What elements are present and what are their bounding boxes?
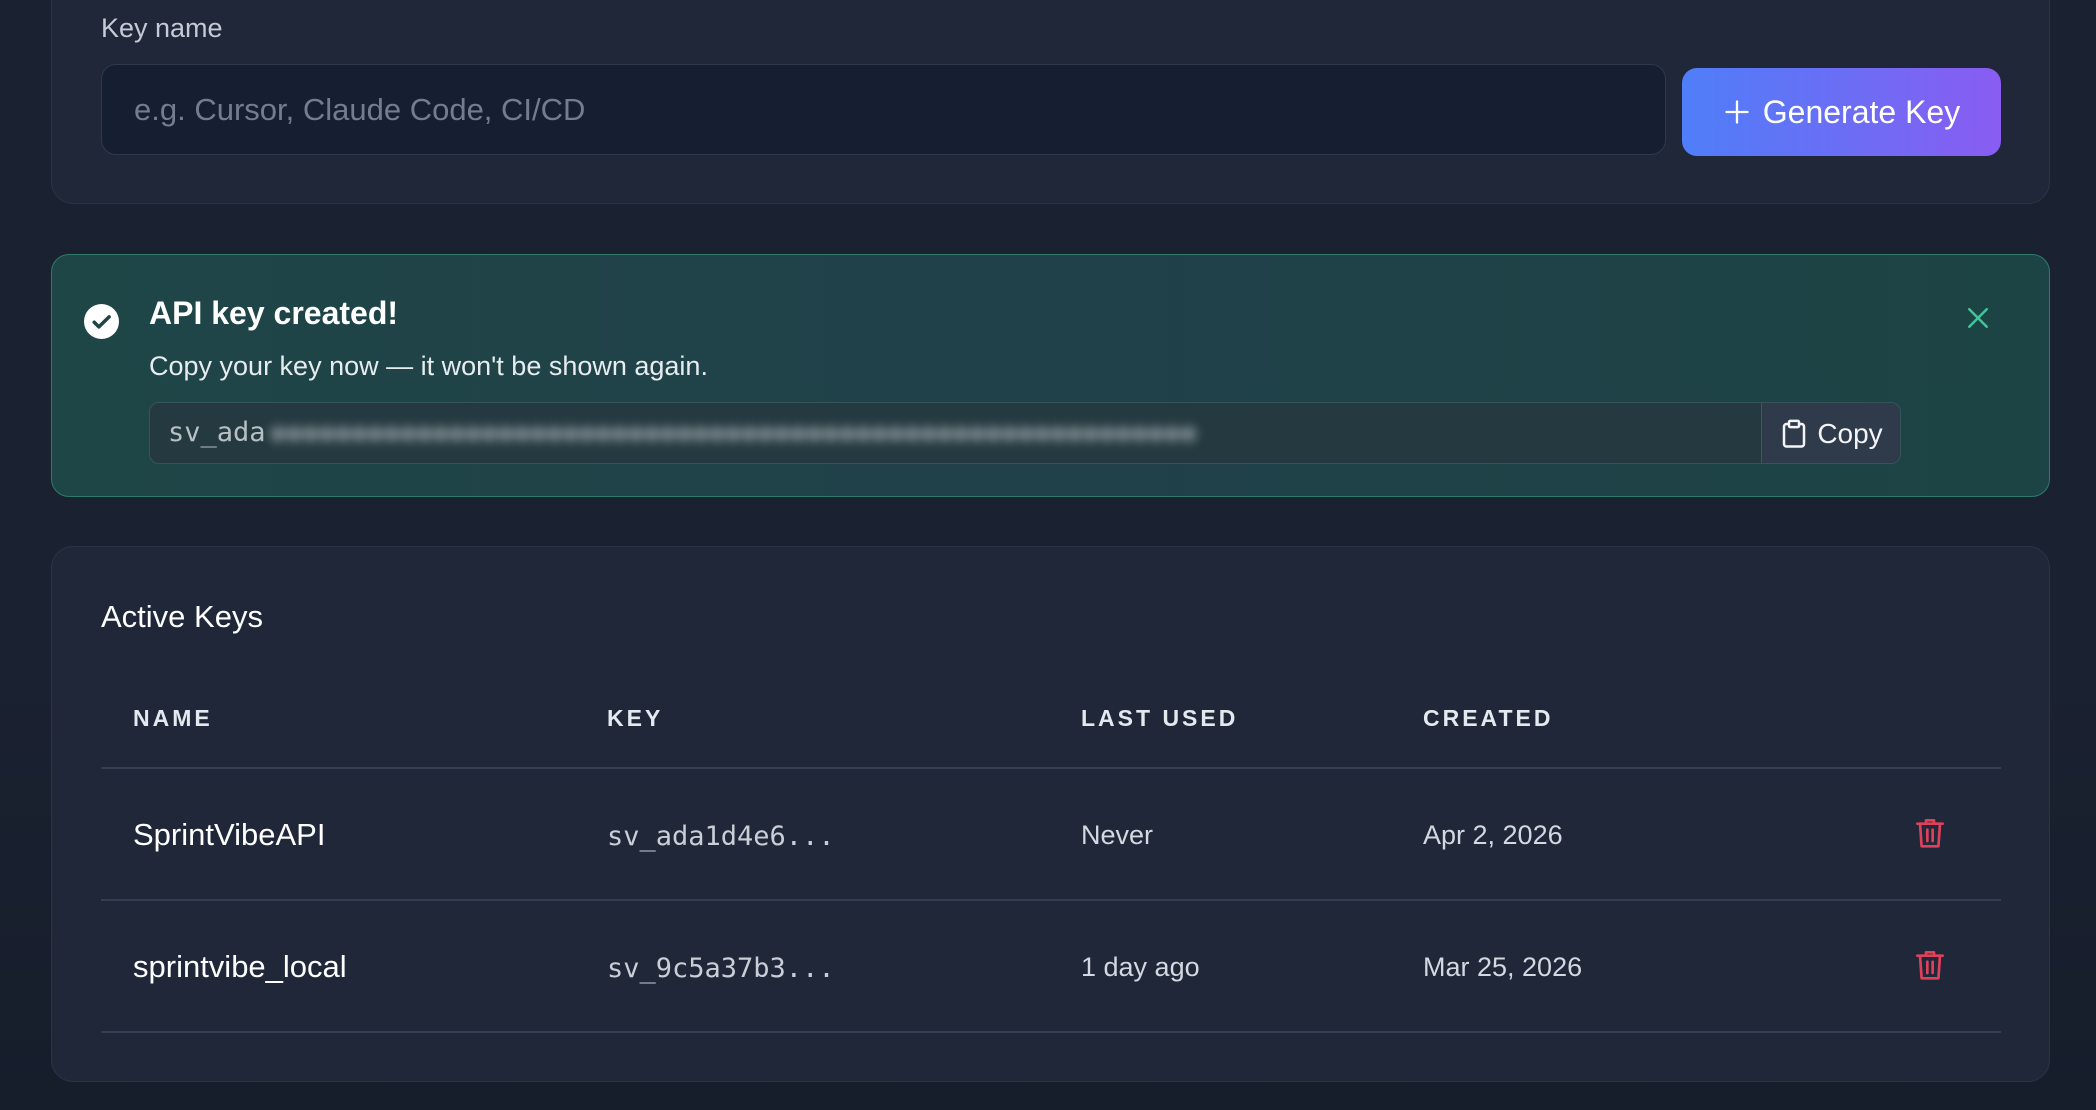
generated-key-redacted: ●●●●●●●●●●●●●●●●●●●●●●●●●●●●●●●●●●●●●●●●… [270,417,1197,448]
close-icon [1968,307,1988,328]
key-name-cell: SprintVibeAPI [133,817,326,852]
column-header-created: CREATED [1423,705,1554,731]
copy-key-label: Copy [1817,418,1883,449]
column-header-key: KEY [607,705,664,731]
clipboard-icon [1783,419,1806,448]
key-name-input[interactable] [101,64,1666,155]
banner-title: API key created! [149,295,399,331]
active-keys-card: Active Keys NAME KEY LAST USED CREATED S… [51,546,2050,1082]
close-banner-button[interactable] [1960,301,1996,337]
key-value-cell: sv_ada1d4e6... [607,821,835,852]
generate-key-button[interactable]: Generate Key [1682,68,2001,156]
column-header-name: NAME [133,705,213,731]
copy-key-button[interactable]: Copy [1761,403,1900,463]
create-key-card: Key name Generate Key [51,0,2050,204]
generated-key-field[interactable]: sv_ada ●●●●●●●●●●●●●●●●●●●●●●●●●●●●●●●●●… [149,402,1901,464]
key-name-label: Key name [101,13,223,43]
created-cell: Mar 25, 2026 [1423,952,1583,982]
row-divider [101,899,2001,901]
key-name-cell: sprintvibe_local [133,949,347,984]
trash-icon [1916,818,1944,848]
check-circle-icon [84,304,119,339]
delete-key-button[interactable] [1912,948,1948,984]
trash-icon [1916,950,1944,980]
column-header-last-used: LAST USED [1081,705,1239,731]
active-keys-title: Active Keys [101,599,263,634]
last-used-cell: Never [1081,820,1154,850]
created-cell: Apr 2, 2026 [1423,820,1563,850]
key-value-cell: sv_9c5a37b3... [607,953,835,984]
row-divider [101,1031,2001,1033]
delete-key-button[interactable] [1912,816,1948,852]
header-divider [101,767,2001,769]
banner-subtitle: Copy your key now — it won't be shown ag… [149,351,708,381]
last-used-cell: 1 day ago [1081,952,1200,982]
generate-key-label: Generate Key [1762,93,1961,130]
generated-key-prefix: sv_ada [168,417,266,448]
key-created-banner: API key created! Copy your key now — it … [51,254,2050,497]
plus-icon [1725,100,1749,124]
